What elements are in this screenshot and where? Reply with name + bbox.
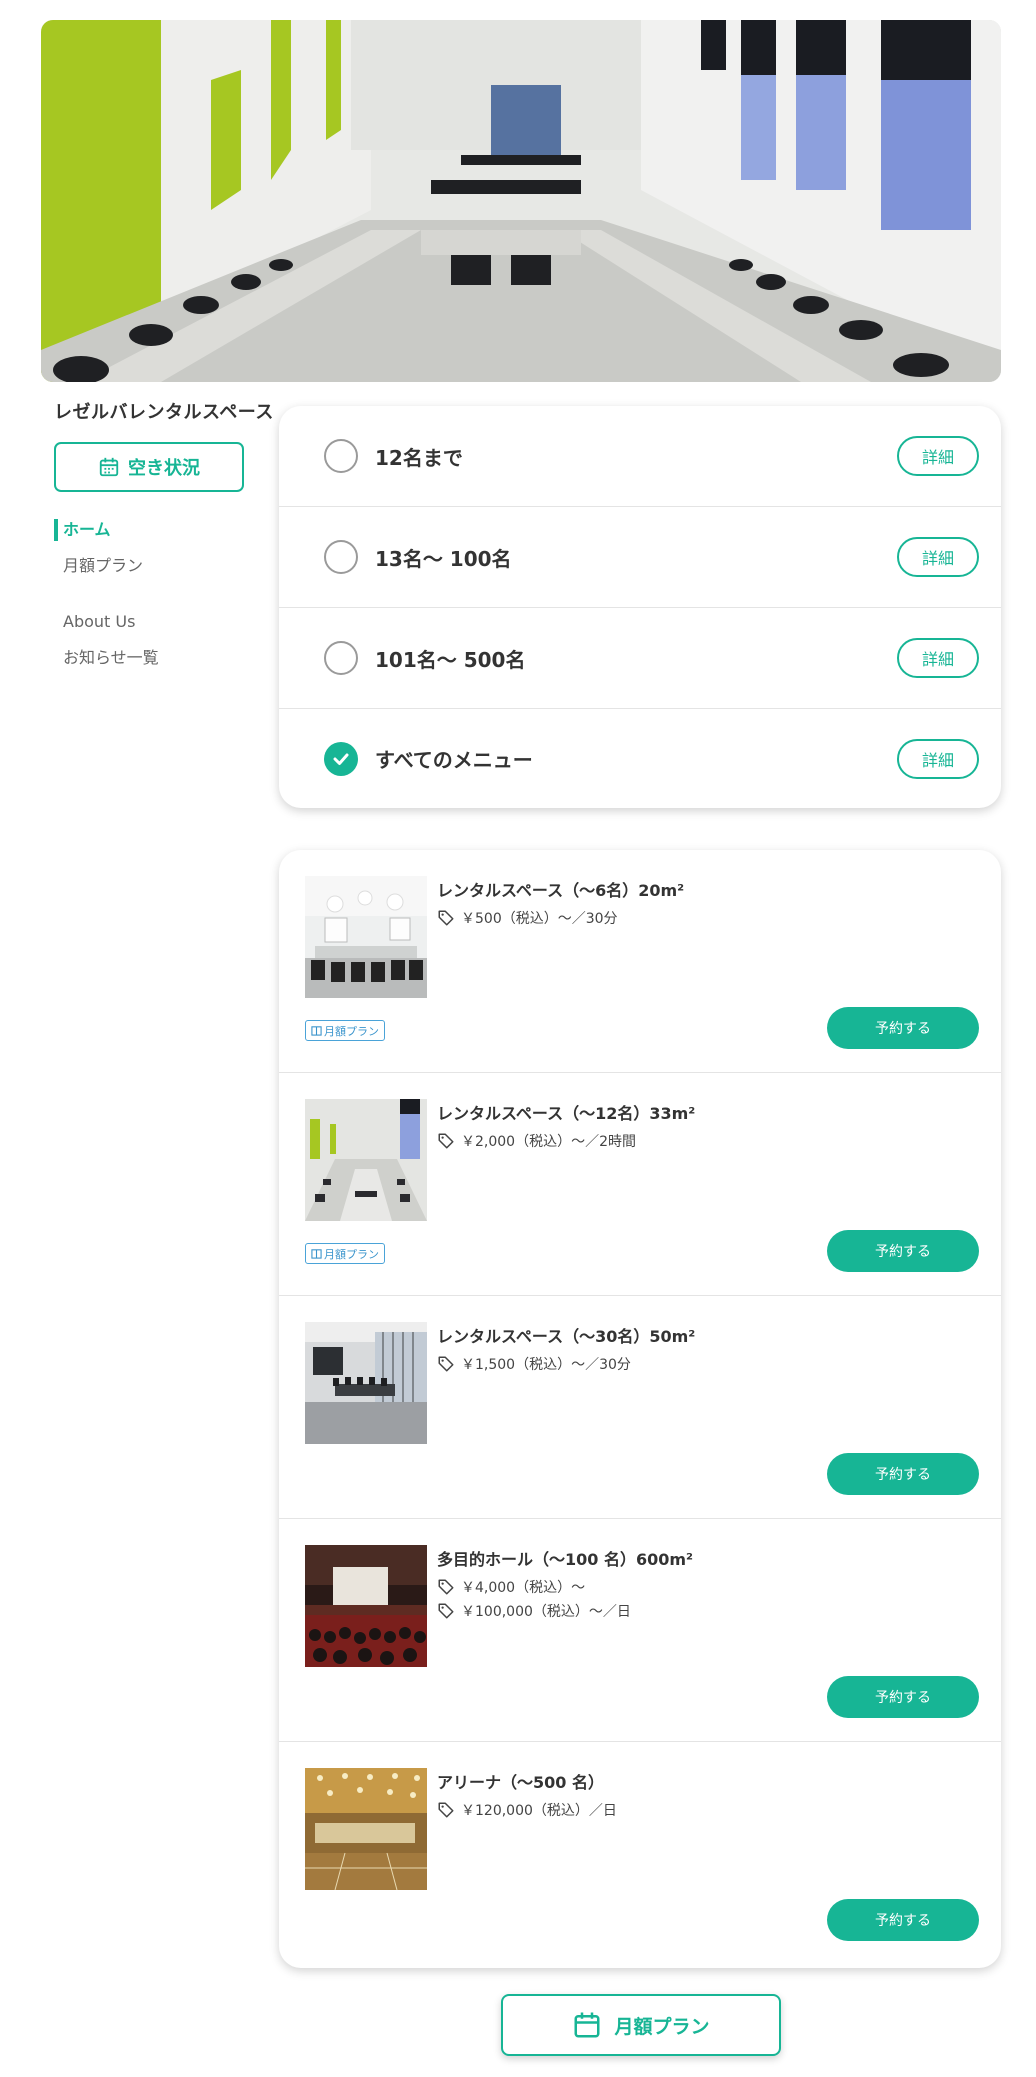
reserve-button[interactable]: 予約する xyxy=(827,1453,979,1495)
nav-item-about-us[interactable]: About Us xyxy=(54,604,274,640)
calendar-icon xyxy=(574,2012,600,2038)
monthly-plan-badge: 月額プラン xyxy=(305,1020,385,1041)
price-tag-icon xyxy=(438,1133,454,1149)
space-thumbnail[interactable] xyxy=(305,1099,427,1221)
price-tag-icon xyxy=(438,1356,454,1372)
hero-image xyxy=(41,20,1001,382)
space-thumbnail[interactable] xyxy=(305,1322,427,1444)
monthly-plan-button[interactable]: 月額プラン xyxy=(501,1994,781,2056)
filter-label: 13名～ 100名 xyxy=(375,546,512,571)
space-title[interactable]: レンタルスペース（～30名）50m² xyxy=(437,1323,695,1347)
space-list-item: アリーナ（～500 名） ￥120,000（税込）／日 予約する xyxy=(279,1742,1001,1965)
space-title[interactable]: 多目的ホール（～100 名）600m² xyxy=(437,1546,693,1570)
sidebar: レゼルバレンタルスペース 空き状況 ホーム 月額プラン About Us お知ら… xyxy=(54,398,274,676)
badge-label: 月額プラン xyxy=(324,1247,379,1261)
price-tag-icon xyxy=(438,1579,454,1595)
site-name: レゼルバレンタルスペース xyxy=(54,402,274,423)
price-text: ￥2,000（税込）～／2時間 xyxy=(461,1134,636,1150)
capacity-filter-card: 12名まで 詳細 13名～ 100名 詳細 101名～ 500名 詳細 すべての… xyxy=(279,406,1001,808)
space-title[interactable]: レンタルスペース（～12名）33m² xyxy=(437,1100,695,1124)
detail-button[interactable]: 詳細 xyxy=(897,638,979,678)
space-title[interactable]: レンタルスペース（～6名）20m² xyxy=(437,877,684,901)
price-row: ￥2,000（税込）～／2時間 xyxy=(437,1131,636,1151)
price-text: ￥100,000（税込）～／日 xyxy=(461,1604,631,1620)
radio-button[interactable] xyxy=(324,641,358,675)
detail-button[interactable]: 詳細 xyxy=(897,537,979,577)
availability-button-label: 空き状況 xyxy=(128,458,200,479)
filter-option-13-100[interactable]: 13名～ 100名 詳細 xyxy=(279,507,1001,608)
space-thumbnail[interactable] xyxy=(305,876,427,998)
badge-label: 月額プラン xyxy=(324,1024,379,1038)
price-text: ￥500（税込）～／30分 xyxy=(461,911,618,927)
availability-button[interactable]: 空き状況 xyxy=(54,442,244,492)
price-row: ￥1,500（税込）～／30分 xyxy=(437,1354,631,1374)
reserve-button[interactable]: 予約する xyxy=(827,1899,979,1941)
price-row: ￥500（税込）～／30分 xyxy=(437,908,618,928)
space-list-item: レンタルスペース（～6名）20m² ￥500（税込）～／30分 月額プラン 予約… xyxy=(279,850,1001,1073)
detail-button[interactable]: 詳細 xyxy=(897,738,979,779)
calendar-icon xyxy=(311,1249,322,1259)
space-thumbnail[interactable] xyxy=(305,1768,427,1890)
radio-button[interactable] xyxy=(324,540,358,574)
price-tag-icon xyxy=(438,910,454,926)
reserve-button[interactable]: 予約する xyxy=(827,1230,979,1272)
space-title[interactable]: アリーナ（～500 名） xyxy=(437,1769,604,1793)
reserve-button[interactable]: 予約する xyxy=(827,1007,979,1049)
filter-option-all-menu[interactable]: すべてのメニュー 詳細 xyxy=(279,709,1001,808)
nav-item-home[interactable]: ホーム xyxy=(54,512,274,548)
price-text: ￥1,500（税込）～／30分 xyxy=(461,1357,631,1373)
monthly-plan-button-label: 月額プラン xyxy=(614,2015,710,2038)
space-list-item: 多目的ホール（～100 名）600m² ￥4,000（税込）～ ￥100,000… xyxy=(279,1519,1001,1742)
radio-button-checked[interactable] xyxy=(324,741,358,776)
space-list-card: レンタルスペース（～6名）20m² ￥500（税込）～／30分 月額プラン 予約… xyxy=(279,850,1001,1968)
price-text: ￥4,000（税込）～ xyxy=(461,1580,586,1596)
filter-label: 12名まで xyxy=(375,445,463,470)
price-row: ￥100,000（税込）～／日 xyxy=(437,1601,631,1621)
space-list-item: レンタルスペース（～30名）50m² ￥1,500（税込）～／30分 予約する xyxy=(279,1296,1001,1519)
price-text: ￥120,000（税込）／日 xyxy=(461,1803,617,1819)
calendar-icon xyxy=(311,1026,322,1036)
radio-button[interactable] xyxy=(324,439,358,473)
calendar-icon xyxy=(99,457,119,477)
filter-label: すべてのメニュー xyxy=(375,748,533,772)
monthly-plan-badge: 月額プラン xyxy=(305,1243,385,1264)
space-list-item: レンタルスペース（～12名）33m² ￥2,000（税込）～／2時間 月額プラン… xyxy=(279,1073,1001,1296)
nav-item-news[interactable]: お知らせ一覧 xyxy=(54,640,274,676)
filter-label: 101名～ 500名 xyxy=(375,647,526,672)
nav-item-monthly-plan[interactable]: 月額プラン xyxy=(54,548,274,584)
detail-button[interactable]: 詳細 xyxy=(897,436,979,476)
sidebar-nav: ホーム 月額プラン About Us お知らせ一覧 xyxy=(54,512,274,676)
price-tag-icon xyxy=(438,1802,454,1818)
filter-option-101-500[interactable]: 101名～ 500名 詳細 xyxy=(279,608,1001,709)
space-thumbnail[interactable] xyxy=(305,1545,427,1667)
price-tag-icon xyxy=(438,1603,454,1619)
filter-option-up-to-12[interactable]: 12名まで 詳細 xyxy=(279,406,1001,507)
price-row: ￥120,000（税込）／日 xyxy=(437,1800,617,1820)
reserve-button[interactable]: 予約する xyxy=(827,1676,979,1718)
check-icon xyxy=(333,753,349,765)
price-row: ￥4,000（税込）～ xyxy=(437,1577,585,1597)
